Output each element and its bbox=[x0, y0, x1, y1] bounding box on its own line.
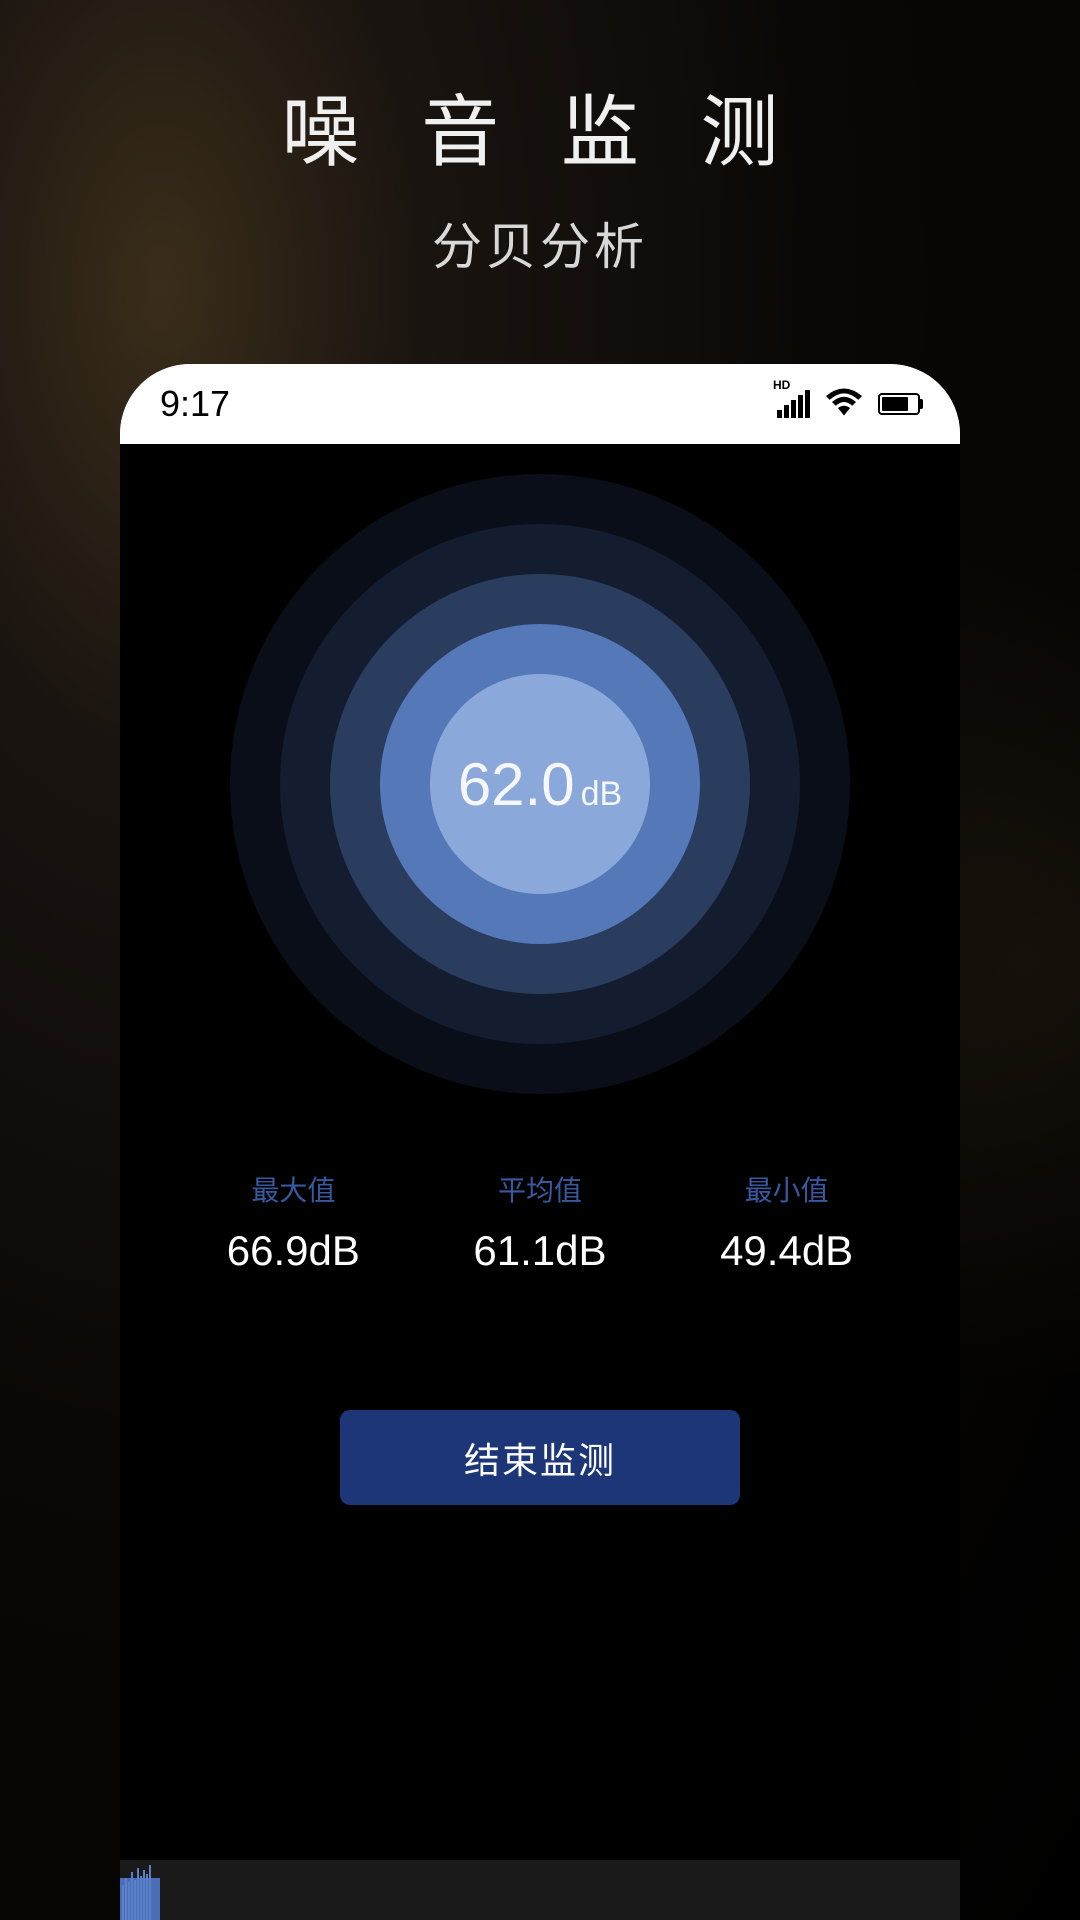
signal-icon: HD bbox=[777, 390, 810, 418]
page-title: 噪 音 监 测 bbox=[281, 70, 798, 182]
waveform-bar bbox=[120, 1860, 960, 1920]
stop-monitoring-button[interactable]: 结束监测 bbox=[340, 1410, 740, 1505]
status-time: 9:17 bbox=[160, 383, 230, 425]
battery-icon bbox=[878, 393, 920, 415]
waveform-active-segment bbox=[120, 1860, 160, 1920]
phone-mockup-frame: 9:17 HD bbox=[120, 364, 960, 1920]
gauge-unit: dB bbox=[581, 775, 623, 814]
stats-row: 最大值 66.9dB 平均值 61.1dB 最小值 49.4dB bbox=[120, 1169, 960, 1275]
status-icons: HD bbox=[777, 388, 920, 421]
stat-avg: 平均值 61.1dB bbox=[473, 1169, 606, 1275]
app-content: 62.0 dB 最大值 66.9dB 平均值 61.1dB 最小值 49.4dB… bbox=[120, 444, 960, 1920]
gauge-value: 62.0 bbox=[458, 750, 575, 819]
stat-min-value: 49.4dB bbox=[720, 1227, 853, 1275]
stat-max-label: 最大值 bbox=[251, 1169, 335, 1209]
stat-max: 最大值 66.9dB bbox=[227, 1169, 360, 1275]
stat-avg-value: 61.1dB bbox=[473, 1227, 606, 1275]
stat-min: 最小值 49.4dB bbox=[720, 1169, 853, 1275]
page-subtitle: 分贝分析 bbox=[281, 207, 798, 279]
wifi-icon bbox=[826, 388, 862, 421]
status-bar: 9:17 HD bbox=[120, 364, 960, 444]
hd-label: HD bbox=[773, 378, 790, 392]
gauge-reading: 62.0 dB bbox=[458, 750, 622, 819]
stat-avg-label: 平均值 bbox=[498, 1169, 582, 1209]
decibel-gauge: 62.0 dB bbox=[250, 494, 830, 1074]
page-header: 噪 音 监 测 分贝分析 bbox=[281, 70, 798, 279]
stat-max-value: 66.9dB bbox=[227, 1227, 360, 1275]
stat-min-label: 最小值 bbox=[745, 1169, 829, 1209]
